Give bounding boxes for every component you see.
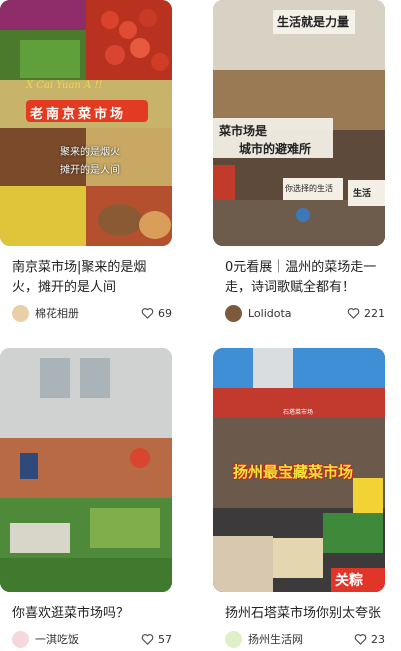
author-name[interactable]: 棉花相册 bbox=[35, 305, 141, 321]
card-meta: 扬州生活网 23 bbox=[225, 630, 385, 648]
like-count: 57 bbox=[158, 632, 172, 646]
card-cover-image[interactable] bbox=[0, 348, 172, 592]
feed-grid: X Cai Yuan A !! 老南京菜市场 聚来的是烟火 摊开的是人间 南京菜… bbox=[0, 0, 401, 651]
overlay-caption-1: 菜市场是 bbox=[219, 124, 268, 138]
card-cover-image[interactable]: X Cai Yuan A !! 老南京菜市场 聚来的是烟火 摊开的是人间 bbox=[0, 0, 172, 246]
overlay-sign: 生活就是力量 bbox=[277, 15, 350, 29]
heart-outline-icon bbox=[141, 308, 154, 319]
card-meta: 一淇吃饭 57 bbox=[12, 630, 172, 648]
avatar[interactable] bbox=[12, 630, 29, 648]
card-cover-image[interactable]: 石塔菜市场 扬州最宝藏菜市场 关粽 bbox=[213, 348, 385, 592]
author-name[interactable]: 扬州生活网 bbox=[248, 631, 354, 647]
like-button[interactable]: 57 bbox=[141, 633, 172, 646]
overlay-banner: 老南京菜市场 bbox=[30, 107, 127, 122]
card-title[interactable]: 你喜欢逛菜市场吗？ bbox=[12, 604, 170, 624]
heart-outline-icon bbox=[141, 634, 154, 645]
feed-card[interactable]: 你喜欢逛菜市场吗？ 一淇吃饭 57 bbox=[0, 348, 172, 648]
overlay-caption: 扬州最宝藏菜市场 bbox=[233, 463, 354, 481]
author-name[interactable]: 一淇吃饭 bbox=[35, 631, 141, 647]
card-meta: Lolidota 221 bbox=[225, 304, 385, 322]
feed-card[interactable]: 生活就是力量 菜市场是 城市的避难所 你选择的生活 生活 0元看展｜温州的菜场走… bbox=[213, 0, 385, 322]
avatar[interactable] bbox=[12, 304, 29, 322]
overlay-pinyin: X Cai Yuan A !! bbox=[26, 80, 103, 91]
card-title[interactable]: 0元看展｜温州的菜场走一走，诗词歌赋全都有！ bbox=[225, 258, 383, 298]
author-name[interactable]: Lolidota bbox=[248, 307, 347, 320]
heart-outline-icon bbox=[347, 308, 360, 319]
like-button[interactable]: 23 bbox=[354, 633, 385, 646]
card-cover-image[interactable]: 生活就是力量 菜市场是 城市的避难所 你选择的生活 生活 bbox=[213, 0, 385, 246]
overlay-sign: 石塔菜市场 bbox=[283, 409, 314, 416]
card-title[interactable]: 南京菜市场|聚来的是烟火，摊开的是人间 bbox=[12, 258, 170, 298]
heart-outline-icon bbox=[354, 634, 367, 645]
avatar[interactable] bbox=[225, 304, 242, 322]
card-title[interactable]: 扬州石塔菜市场你别太夸张 bbox=[225, 604, 383, 624]
feed-card[interactable]: X Cai Yuan A !! 老南京菜市场 聚来的是烟火 摊开的是人间 南京菜… bbox=[0, 0, 172, 322]
like-count: 221 bbox=[364, 306, 385, 320]
overlay-line-2: 摊开的是人间 bbox=[60, 165, 120, 176]
overlay-bottom-sign: 关粽 bbox=[335, 573, 363, 589]
like-button[interactable]: 221 bbox=[347, 307, 385, 320]
like-button[interactable]: 69 bbox=[141, 307, 172, 320]
overlay-line-1: 聚来的是烟火 bbox=[60, 147, 120, 158]
overlay-sign-2: 你选择的生活 bbox=[285, 184, 333, 193]
overlay-sign-3: 生活 bbox=[353, 189, 372, 199]
overlay-caption-2: 城市的避难所 bbox=[239, 142, 312, 156]
like-count: 23 bbox=[371, 632, 385, 646]
card-meta: 棉花相册 69 bbox=[12, 304, 172, 322]
avatar[interactable] bbox=[225, 630, 242, 648]
feed-card[interactable]: 石塔菜市场 扬州最宝藏菜市场 关粽 扬州石塔菜市场你别太夸张 扬州生活网 23 bbox=[213, 348, 385, 648]
like-count: 69 bbox=[158, 306, 172, 320]
